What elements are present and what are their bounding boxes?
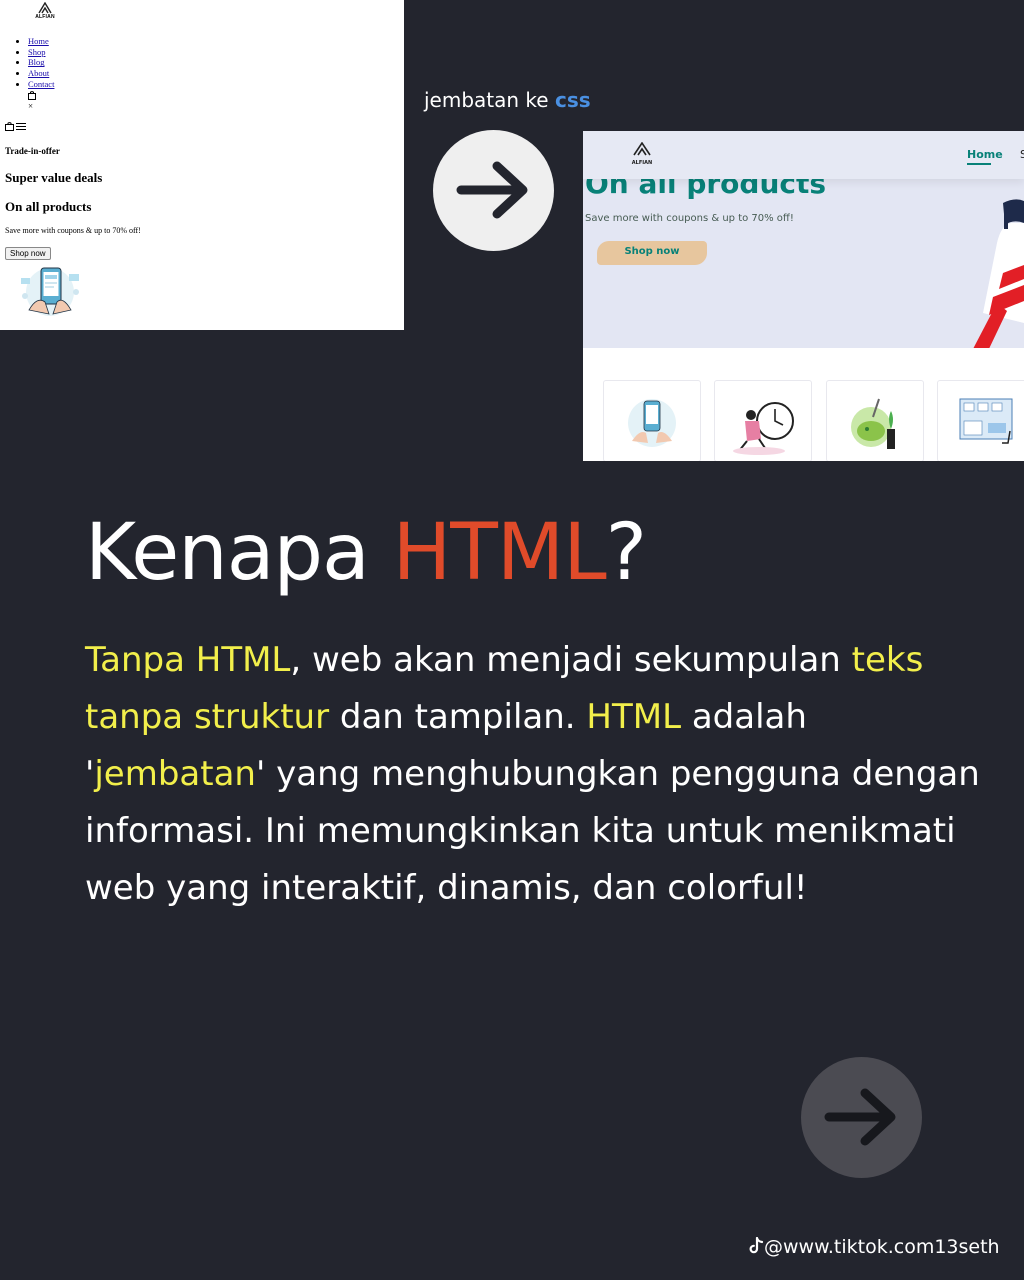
bag-icon (5, 122, 14, 131)
online-shop-illustration (959, 398, 1013, 444)
tiktok-icon (749, 1236, 764, 1254)
tiktok-watermark: @www.tiktok.com13seth (748, 1236, 1000, 1258)
unstyled-page-screenshot: ALFIAN Home Shop Blog About Contact × Tr… (0, 0, 404, 330)
raw-nav-shop[interactable]: Shop (28, 47, 45, 57)
raw-close-icon[interactable]: × (28, 101, 33, 111)
raw-feature-illustration (21, 267, 79, 316)
raw-heading-2: Super value deals (5, 170, 103, 185)
logo-icon (38, 2, 52, 14)
styled-navbar: ALFIAN Home S (583, 131, 1024, 179)
styled-nav-next[interactable]: S (1020, 148, 1024, 161)
title-accent: HTML (392, 508, 607, 598)
raw-nav-about[interactable]: About (28, 68, 49, 78)
logo-icon (633, 141, 651, 156)
highlight-html: HTML (586, 697, 682, 737)
title-part1: Kenapa (85, 508, 370, 598)
styled-paragraph: Save more with coupons & up to 70% off! (585, 213, 794, 224)
feature-card[interactable] (603, 380, 701, 461)
styled-logo-text: ALFIAN (631, 160, 653, 166)
feature-cards (583, 380, 1024, 461)
styled-nav-underline (967, 163, 991, 165)
raw-heading-1: On all products (5, 199, 92, 214)
feature-card[interactable] (714, 380, 812, 461)
feature-card[interactable] (826, 380, 924, 461)
raw-nav-contact[interactable]: Contact (28, 79, 54, 89)
raw-paragraph: Save more with coupons & up to 70% off! (5, 226, 141, 235)
tiktok-handle: @www.tiktok.com13seth (764, 1236, 1000, 1258)
page-title: Kenapa HTML? (85, 508, 647, 598)
highlight-jembatan: jembatan (94, 754, 256, 794)
css-bridge-caption: jembatan ke css (424, 88, 591, 112)
raw-nav-blog[interactable]: Blog (28, 57, 45, 67)
highlight-tanpa-html: Tanpa HTML (85, 640, 291, 680)
title-part2: ? (605, 508, 647, 598)
clock-illustration (733, 402, 794, 455)
next-slide-button[interactable] (801, 1057, 922, 1178)
hero-figure-image (973, 199, 1024, 348)
raw-nav-home[interactable]: Home (28, 36, 49, 46)
feature-card[interactable] (937, 380, 1024, 461)
styled-logo[interactable]: ALFIAN (629, 141, 655, 166)
raw-mobile-icons (5, 122, 27, 133)
caption-highlight: css (554, 88, 591, 112)
caption-prefix: jembatan ke (424, 88, 549, 112)
raw-trade-in: Trade-in-offer (5, 146, 60, 156)
raw-logo: ALFIAN (33, 2, 57, 20)
piggy-bank-illustration (851, 398, 895, 449)
raw-logo-text: ALFIAN (35, 14, 55, 20)
body-text-segment: , web akan menjadi sekumpulan (290, 640, 852, 680)
explanation-paragraph: Tanpa HTML, web akan menjadi sekumpulan … (85, 632, 985, 917)
styled-page-screenshot: On all products Save more with coupons &… (583, 131, 1024, 461)
raw-shop-button[interactable]: Shop now (5, 247, 51, 260)
arrow-right-icon (456, 161, 528, 219)
raw-nav-list: Home Shop Blog About Contact (18, 36, 54, 90)
phone-illustration (628, 399, 676, 447)
body-text-segment: dan tampilan. (329, 697, 587, 737)
menu-icon (16, 123, 27, 130)
arrow-right-icon (824, 1088, 896, 1146)
styled-nav-home[interactable]: Home (967, 148, 1003, 161)
styled-shop-button[interactable]: Shop now (597, 241, 707, 265)
arrow-right-button[interactable] (433, 130, 554, 251)
